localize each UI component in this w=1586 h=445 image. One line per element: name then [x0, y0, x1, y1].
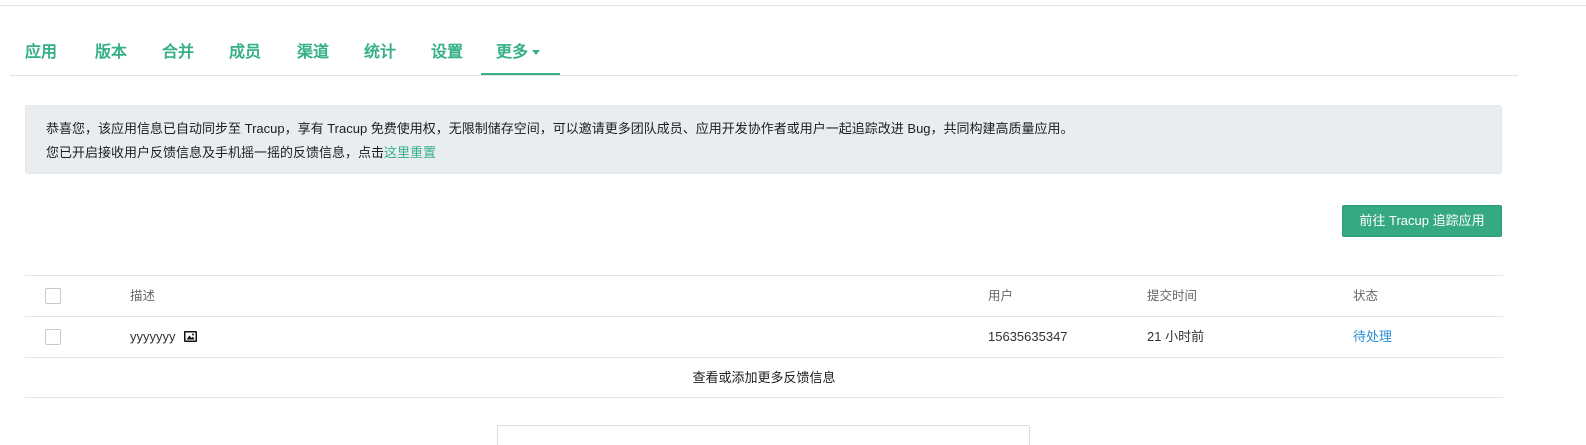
- bottom-panel: [497, 425, 1030, 445]
- sync-notice: 恭喜您，该应用信息已自动同步至 Tracup，享有 Tracup 免费使用权，无…: [25, 105, 1502, 174]
- tab-merge[interactable]: 合并: [147, 30, 209, 75]
- top-divider: [0, 0, 1586, 6]
- tab-channels[interactable]: 渠道: [282, 30, 344, 75]
- row-time: 21 小时前: [1147, 329, 1205, 344]
- tab-statistics[interactable]: 统计: [349, 30, 411, 75]
- tab-settings[interactable]: 设置: [416, 30, 478, 75]
- notice-line-2-text: 您已开启接收用户反馈信息及手机摇一摇的反馈信息，点击: [46, 145, 385, 160]
- select-all-checkbox[interactable]: [45, 288, 61, 304]
- row-desc-cell: yyyyyyy: [130, 317, 197, 357]
- tab-more-label: 更多: [496, 44, 529, 61]
- go-tracup-button[interactable]: 前往 Tracup 追踪应用: [1342, 205, 1502, 237]
- row-checkbox[interactable]: [45, 329, 61, 345]
- tab-more[interactable]: 更多: [481, 30, 560, 75]
- header-time: 提交时间: [1147, 289, 1198, 303]
- header-user: 用户: [988, 289, 1014, 303]
- tab-versions[interactable]: 版本: [80, 30, 142, 75]
- reset-link[interactable]: 这里重置: [384, 145, 436, 160]
- feedback-table: 描述 用户 提交时间 状态 yyyyyyy 15635635347 21 小时前…: [25, 275, 1503, 398]
- table-row[interactable]: yyyyyyy 15635635347 21 小时前 待处理: [25, 316, 1503, 357]
- row-user: 15635635347: [988, 329, 1068, 344]
- caret-down-icon: [532, 50, 541, 56]
- app-tabs: 应用 版本 合并 成员 渠道 统计 设置 更多: [10, 30, 1518, 76]
- notice-line-1: 恭喜您，该应用信息已自动同步至 Tracup，享有 Tracup 免费使用权，无…: [46, 121, 1074, 136]
- image-icon: [183, 331, 197, 342]
- header-desc: 描述: [130, 289, 156, 303]
- header-status: 状态: [1353, 289, 1379, 303]
- row-desc: yyyyyyy: [130, 329, 176, 344]
- notice-line-2: 您已开启接收用户反馈信息及手机摇一摇的反馈信息，点击这里重置: [46, 143, 1481, 163]
- more-feedback-link[interactable]: 查看或添加更多反馈信息: [25, 357, 1503, 398]
- tab-app[interactable]: 应用: [10, 30, 72, 75]
- row-status-link[interactable]: 待处理: [1353, 317, 1392, 357]
- table-header-row: 描述 用户 提交时间 状态: [25, 275, 1503, 316]
- tab-members[interactable]: 成员: [214, 30, 276, 75]
